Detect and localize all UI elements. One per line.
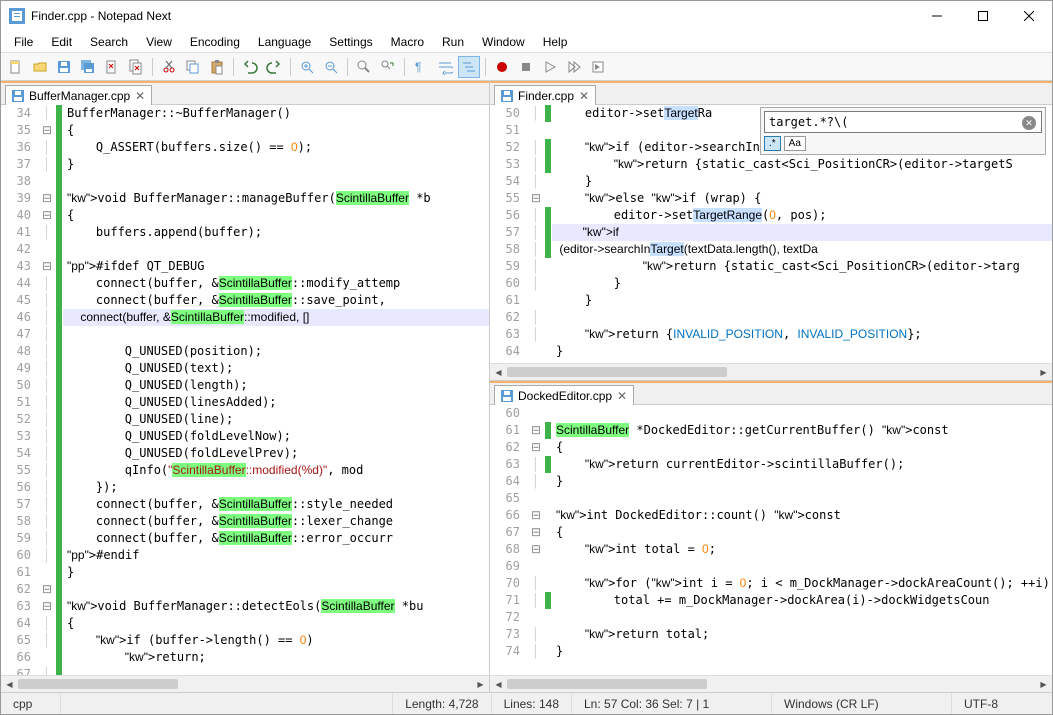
indent-guide-icon[interactable]: [458, 56, 480, 78]
tab-close-icon[interactable]: ✕: [135, 91, 145, 101]
tab-label: DockedEditor.cpp: [518, 389, 612, 403]
close-button[interactable]: [1006, 1, 1052, 31]
scroll-left-icon[interactable]: ◀: [490, 676, 507, 693]
zoom-in-icon[interactable]: [296, 56, 318, 78]
close-all-icon[interactable]: [125, 56, 147, 78]
undo-icon[interactable]: [239, 56, 261, 78]
tab-close-icon[interactable]: ✕: [579, 91, 589, 101]
tab-finder[interactable]: Finder.cpp ✕: [494, 85, 596, 105]
redo-icon[interactable]: [263, 56, 285, 78]
right-top-pane: Finder.cpp ✕ 50 51 52 53 54 55 56 57 58 …: [490, 81, 1052, 381]
scroll-left-icon[interactable]: ◀: [1, 676, 18, 693]
right-top-hscroll[interactable]: ◀ ▶: [490, 363, 1052, 380]
status-language[interactable]: cpp: [1, 693, 61, 714]
right-bot-tabbar: DockedEditor.cpp ✕: [490, 381, 1052, 405]
right-pane: Finder.cpp ✕ 50 51 52 53 54 55 56 57 58 …: [490, 81, 1052, 692]
quick-search-panel: ✕ .* Aa: [760, 107, 1046, 155]
cut-icon[interactable]: [158, 56, 180, 78]
minimize-button[interactable]: [914, 1, 960, 31]
window-title: Finder.cpp - Notepad Next: [31, 9, 914, 23]
status-position: Ln: 57 Col: 36 Sel: 7 | 1: [572, 693, 772, 714]
find-replace-icon[interactable]: [377, 56, 399, 78]
right-bot-editor[interactable]: 60 61 62 63 64 65 66 67 68 69 70 71 72 7…: [490, 405, 1052, 675]
disk-icon: [12, 90, 24, 102]
menubar: File Edit Search View Encoding Language …: [1, 31, 1052, 53]
tab-dockededitor[interactable]: DockedEditor.cpp ✕: [494, 385, 634, 405]
left-pane: BufferManager.cpp ✕ 34 35 36 37 38 39 40…: [1, 81, 490, 692]
svg-text:¶: ¶: [415, 60, 421, 74]
tab-label: BufferManager.cpp: [29, 89, 130, 103]
left-tabbar: BufferManager.cpp ✕: [1, 81, 489, 105]
left-hscroll[interactable]: ◀ ▶: [1, 675, 489, 692]
search-input[interactable]: [764, 111, 1042, 133]
menu-file[interactable]: File: [5, 33, 42, 51]
menu-settings[interactable]: Settings: [320, 33, 381, 51]
scroll-right-icon[interactable]: ▶: [1035, 364, 1052, 381]
save-icon[interactable]: [53, 56, 75, 78]
app-icon: [9, 8, 25, 24]
play-macro-icon[interactable]: [539, 56, 561, 78]
right-top-tabbar: Finder.cpp ✕: [490, 81, 1052, 105]
right-bot-hscroll[interactable]: ◀ ▶: [490, 675, 1052, 692]
scroll-right-icon[interactable]: ▶: [1035, 676, 1052, 693]
menu-language[interactable]: Language: [249, 33, 320, 51]
wordwrap-icon[interactable]: [434, 56, 456, 78]
menu-encoding[interactable]: Encoding: [181, 33, 249, 51]
tab-close-icon[interactable]: ✕: [617, 391, 627, 401]
find-icon[interactable]: [353, 56, 375, 78]
statusbar: cpp Length: 4,728 Lines: 148 Ln: 57 Col:…: [1, 692, 1052, 714]
copy-icon[interactable]: [182, 56, 204, 78]
tab-label: Finder.cpp: [518, 89, 574, 103]
disk-icon: [501, 390, 513, 402]
menu-run[interactable]: Run: [433, 33, 473, 51]
workarea: BufferManager.cpp ✕ 34 35 36 37 38 39 40…: [1, 81, 1052, 692]
left-editor[interactable]: 34 35 36 37 38 39 40 41 42 43 44 45 46 4…: [1, 105, 489, 675]
close-file-icon[interactable]: [101, 56, 123, 78]
whitespace-icon[interactable]: ¶: [410, 56, 432, 78]
menu-window[interactable]: Window: [473, 33, 534, 51]
right-bottom-pane: DockedEditor.cpp ✕ 60 61 62 63 64 65 66 …: [490, 381, 1052, 692]
record-macro-icon[interactable]: [491, 56, 513, 78]
case-toggle[interactable]: Aa: [784, 136, 806, 151]
titlebar: Finder.cpp - Notepad Next: [1, 1, 1052, 31]
regex-toggle[interactable]: .*: [764, 136, 781, 151]
menu-macro[interactable]: Macro: [382, 33, 433, 51]
status-eol[interactable]: Windows (CR LF): [772, 693, 952, 714]
maximize-button[interactable]: [960, 1, 1006, 31]
paste-icon[interactable]: [206, 56, 228, 78]
scroll-left-icon[interactable]: ◀: [490, 364, 507, 381]
menu-search[interactable]: Search: [81, 33, 137, 51]
stop-macro-icon[interactable]: [515, 56, 537, 78]
new-file-icon[interactable]: [5, 56, 27, 78]
status-encoding[interactable]: UTF-8: [952, 693, 1052, 714]
right-top-editor[interactable]: 50 51 52 53 54 55 56 57 58 59 60 61 62 6…: [490, 105, 1052, 363]
save-all-icon[interactable]: [77, 56, 99, 78]
menu-edit[interactable]: Edit: [42, 33, 81, 51]
toolbar: ¶: [1, 53, 1052, 81]
tab-buffermanager[interactable]: BufferManager.cpp ✕: [5, 85, 152, 105]
menu-help[interactable]: Help: [534, 33, 577, 51]
zoom-out-icon[interactable]: [320, 56, 342, 78]
menu-view[interactable]: View: [137, 33, 181, 51]
clear-search-icon[interactable]: ✕: [1022, 116, 1036, 130]
status-length: Length: 4,728: [393, 693, 491, 714]
save-macro-icon[interactable]: [587, 56, 609, 78]
play-multi-icon[interactable]: [563, 56, 585, 78]
scroll-right-icon[interactable]: ▶: [472, 676, 489, 693]
disk-icon: [501, 90, 513, 102]
status-lines: Lines: 148: [492, 693, 572, 714]
open-file-icon[interactable]: [29, 56, 51, 78]
